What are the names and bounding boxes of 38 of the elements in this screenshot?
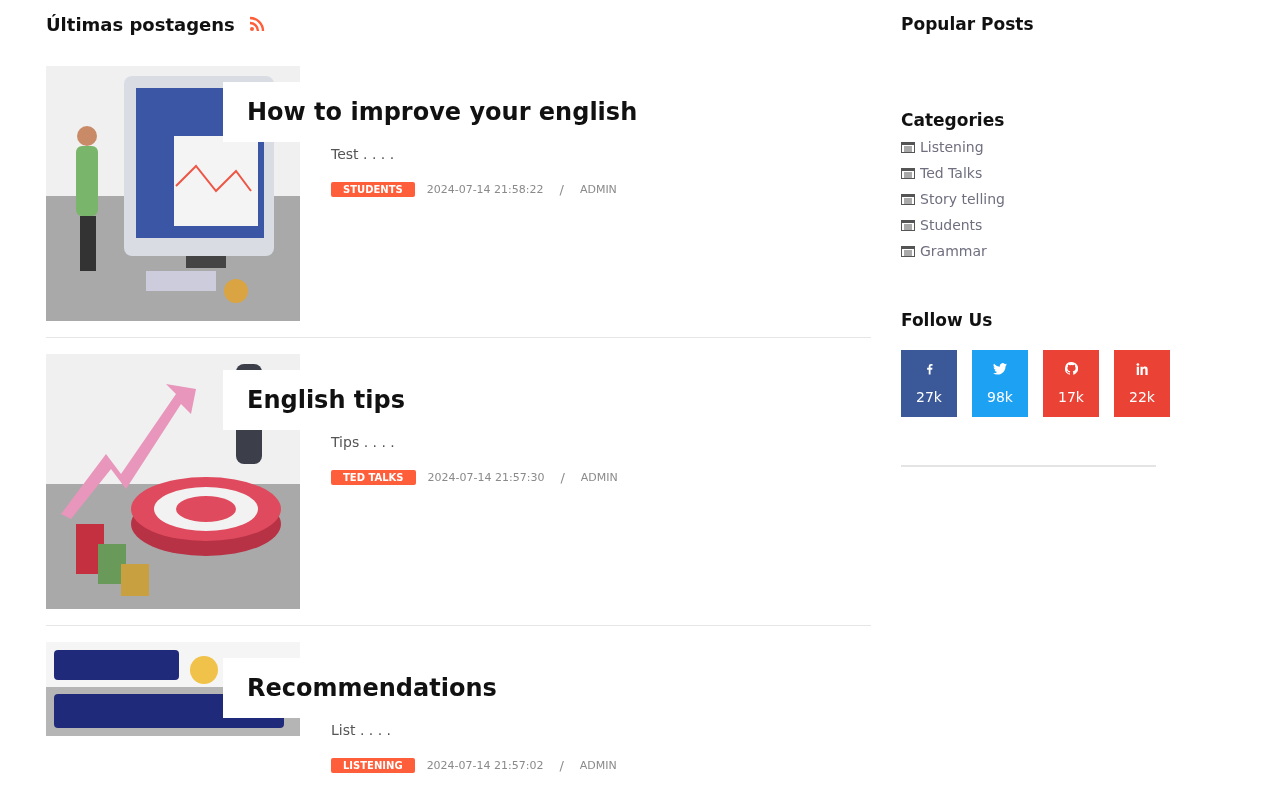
category-link[interactable]: Ted Talks — [920, 165, 983, 181]
bird-icon — [993, 362, 1007, 375]
category-link[interactable]: Students — [920, 217, 983, 233]
facebook-icon — [925, 362, 933, 375]
follow-us-heading: Follow Us — [901, 310, 994, 330]
post-author[interactable]: ADMIN — [579, 183, 617, 196]
post-excerpt: List . . . . — [331, 722, 393, 738]
post-author[interactable]: ADMIN — [580, 471, 618, 484]
social-button[interactable]: 27k — [901, 350, 957, 417]
post-date: 2024-07-14 21:57:30 — [427, 471, 545, 484]
post-author[interactable]: ADMIN — [579, 759, 617, 772]
social-button[interactable]: 98k — [972, 350, 1028, 417]
post-date: 2024-07-14 21:57:02 — [426, 759, 544, 772]
list-icon — [901, 245, 915, 257]
category-tag[interactable]: TED TALKS — [331, 470, 416, 485]
category-link[interactable]: Grammar — [920, 243, 987, 259]
categories-heading: Categories — [901, 110, 1006, 130]
post-date: 2024-07-14 21:58:22 — [426, 183, 544, 196]
github-icon — [1064, 362, 1078, 375]
social-button[interactable]: 22k — [1114, 350, 1170, 417]
social-button[interactable]: 17k — [1043, 350, 1099, 417]
list-icon — [901, 141, 915, 153]
category-tag[interactable]: LISTENING — [331, 758, 415, 773]
meta-separator: / — [559, 758, 564, 773]
meta-separator: / — [560, 470, 565, 485]
category-link[interactable]: Listening — [920, 139, 984, 155]
category-link[interactable]: Story telling — [920, 191, 1005, 207]
linkedin-icon — [1136, 362, 1148, 375]
rss-icon[interactable] — [248, 16, 265, 32]
list-icon — [901, 219, 915, 231]
post-excerpt: Test . . . . — [331, 146, 396, 162]
popular-posts-heading: Popular Posts — [901, 14, 1035, 34]
section-heading: Últimas postagens — [46, 13, 235, 35]
list-icon — [901, 193, 915, 205]
meta-separator: / — [559, 182, 564, 197]
category-tag[interactable]: STUDENTS — [331, 182, 415, 197]
post-excerpt: Tips . . . . — [331, 434, 396, 450]
list-icon — [901, 167, 915, 179]
